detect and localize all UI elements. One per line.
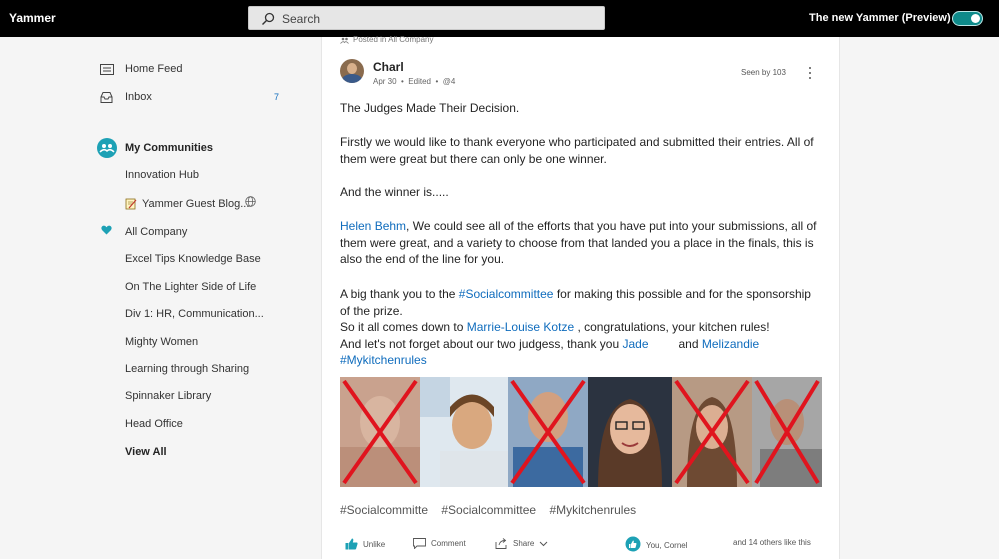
- paragraph-text: So it all comes down to: [340, 320, 467, 334]
- like-reaction-icon: [625, 536, 641, 552]
- liked-by-text: You, Cornel: [646, 540, 688, 550]
- community-label: Yammer Guest Blog...: [142, 198, 250, 210]
- community-all-company[interactable]: All Company: [125, 224, 187, 240]
- community-lighter-side[interactable]: On The Lighter Side of Life: [125, 279, 256, 295]
- finalist-photo-4-winner[interactable]: [588, 377, 672, 487]
- comment-button[interactable]: Comment: [413, 538, 466, 549]
- preview-toggle[interactable]: [952, 11, 983, 26]
- communities-icon: [97, 138, 117, 158]
- view-all-link[interactable]: View All: [125, 446, 167, 458]
- post-actions-bar: Unlike Comment Share You, Cornel and 14 …: [340, 536, 822, 552]
- mention-melizandie[interactable]: Melizandie: [702, 337, 759, 351]
- red-cross-icon: [510, 379, 586, 485]
- post-paragraph-3: Helen Behm, We could see all of the effo…: [340, 218, 820, 268]
- globe-icon: [245, 196, 256, 207]
- community-mighty-women[interactable]: Mighty Women: [125, 334, 198, 350]
- red-cross-icon: [674, 379, 750, 485]
- comment-icon: [413, 538, 426, 549]
- home-feed-icon: [100, 62, 116, 76]
- app-title[interactable]: Yammer: [9, 11, 56, 25]
- avatar-head: [347, 63, 357, 74]
- meta-separator: •: [433, 77, 441, 86]
- search-placeholder: Search: [282, 12, 321, 26]
- post-meta: Apr 30 • Edited • @4: [373, 77, 455, 86]
- paragraph-text: and: [678, 337, 702, 351]
- chevron-down-icon: [540, 541, 548, 546]
- paragraph-text: And let's not forget about our two judge…: [340, 337, 623, 351]
- others-like-link[interactable]: and 14 others like this: [733, 538, 811, 547]
- community-icon: [340, 37, 349, 44]
- my-communities-heading[interactable]: My Communities: [125, 142, 213, 154]
- red-cross-icon: [342, 379, 418, 485]
- inbox-icon: [100, 90, 116, 104]
- seen-by-count[interactable]: Seen by 103: [741, 68, 786, 77]
- mention-count: @4: [442, 77, 456, 86]
- sidebar-item-inbox[interactable]: Inbox: [100, 88, 152, 106]
- finalist-photo-3-crossed[interactable]: [508, 377, 588, 487]
- finalist-photo-1-crossed[interactable]: [340, 377, 420, 487]
- sidebar-item-home-feed[interactable]: Home Feed: [100, 60, 182, 78]
- community-learning-sharing[interactable]: Learning through Sharing: [125, 361, 249, 377]
- finalist-photo-5-crossed[interactable]: [672, 377, 752, 487]
- paragraph-text: A big thank you to the: [340, 287, 459, 301]
- community-div1-hr[interactable]: Div 1: HR, Communication...: [125, 306, 264, 322]
- mention-marrie-louise-kotze[interactable]: Marrie-Louise Kotze: [467, 320, 574, 334]
- community-yammer-guest-blog[interactable]: Yammer Guest Blog...: [125, 196, 249, 212]
- top-bar: Yammer Search The new Yammer (Preview): [0, 0, 999, 37]
- community-spinnaker-library[interactable]: Spinnaker Library: [125, 388, 211, 404]
- hashtag-link[interactable]: #Socialcommittee: [441, 503, 536, 517]
- hashtag-socialcommittee[interactable]: #Socialcommittee: [459, 287, 554, 301]
- post-paragraph-4: A big thank you to the #Socialcommittee …: [340, 286, 820, 319]
- favorite-heart-icon: [101, 225, 112, 235]
- post-paragraph-2: And the winner is.....: [340, 185, 449, 199]
- post-date: Apr 30: [373, 77, 397, 86]
- author-avatar[interactable]: [340, 59, 364, 83]
- posted-in-label[interactable]: Posted in All Company: [340, 35, 434, 44]
- posted-in-text: Posted in All Company: [353, 35, 434, 44]
- sidebar-item-label: Inbox: [125, 91, 152, 103]
- unlike-label: Unlike: [363, 539, 386, 549]
- inbox-count-badge: 7: [274, 92, 280, 102]
- mention-jade[interactable]: Jade: [622, 337, 648, 351]
- avatar-body: [342, 74, 362, 83]
- unlike-button[interactable]: Unlike: [345, 538, 385, 550]
- more-options-icon[interactable]: [808, 66, 812, 80]
- paragraph-text: , congratulations, your kitchen rules!: [574, 320, 770, 334]
- hashtag-link[interactable]: #Socialcommitte: [340, 503, 428, 517]
- paragraph-text: , We could see all of the efforts that y…: [340, 219, 817, 266]
- hashtag-mykitchenrules[interactable]: #Mykitchenrules: [340, 353, 427, 367]
- community-innovation-hub[interactable]: Innovation Hub: [125, 167, 199, 183]
- share-button[interactable]: Share: [495, 538, 553, 549]
- finalist-photo-2[interactable]: [420, 377, 508, 487]
- post-paragraph-7: #Mykitchenrules: [340, 352, 820, 369]
- author-name[interactable]: Charl: [373, 60, 404, 74]
- edited-label: Edited: [408, 77, 431, 86]
- liked-by-summary[interactable]: You, Cornel: [625, 536, 688, 552]
- comment-label: Comment: [431, 539, 466, 548]
- notepad-icon: [125, 198, 137, 210]
- sidebar-item-label: Home Feed: [125, 63, 183, 75]
- toggle-knob: [971, 14, 980, 23]
- post-paragraph-1: Firstly we would like to thank everyone …: [340, 135, 814, 166]
- community-head-office[interactable]: Head Office: [125, 416, 183, 432]
- red-cross-icon: [754, 379, 820, 485]
- post-paragraph-6: And let's not forget about our two judge…: [340, 336, 820, 353]
- hashtag-link[interactable]: #Mykitchenrules: [549, 503, 636, 517]
- preview-label: The new Yammer (Preview): [809, 12, 951, 24]
- post-title: The Judges Made Their Decision.: [340, 101, 520, 115]
- post-paragraph-5: So it all comes down to Marrie-Louise Ko…: [340, 319, 820, 336]
- search-icon: [262, 12, 275, 25]
- others-like-text: and 14 others like this: [733, 538, 811, 547]
- search-input[interactable]: Search: [248, 6, 605, 30]
- share-icon: [495, 538, 507, 549]
- finalist-photo-6-crossed[interactable]: [752, 377, 822, 487]
- community-excel-tips[interactable]: Excel Tips Knowledge Base: [125, 251, 261, 267]
- finalists-photo-strip[interactable]: [340, 377, 822, 487]
- thumbs-up-icon: [345, 538, 358, 550]
- mention-helen-behm[interactable]: Helen Behm: [340, 219, 406, 233]
- post-hashtags: #Socialcommitte #Socialcommittee #Mykitc…: [340, 503, 646, 517]
- share-label: Share: [513, 539, 535, 548]
- meta-separator: •: [398, 77, 407, 86]
